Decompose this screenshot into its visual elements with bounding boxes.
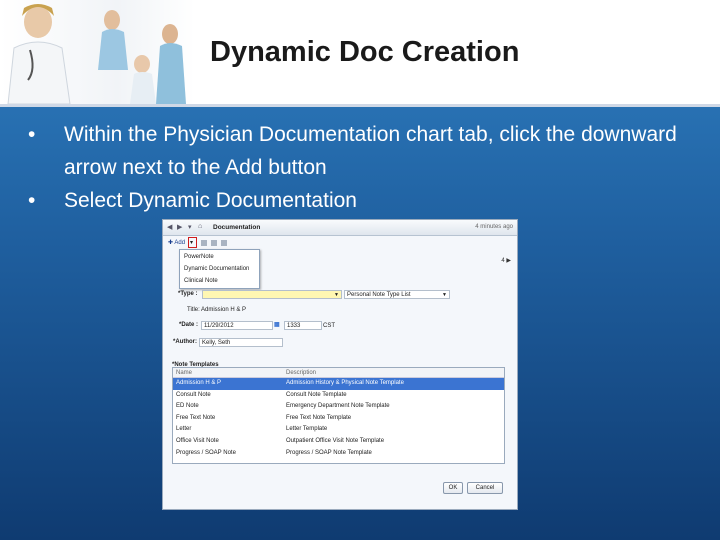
template-name: Consult Note [176, 391, 211, 398]
add-dropdown-arrow[interactable]: ▾ [188, 237, 197, 248]
plus-icon: ✚ [168, 240, 174, 246]
slide-header: Dynamic Doc Creation [0, 0, 720, 104]
date-field[interactable]: 11/29/2012 [201, 321, 273, 330]
time-value: 1333 [287, 323, 301, 329]
documentation-toolbar: ✚ Add ▾ [163, 237, 517, 249]
menu-item-powernote[interactable]: PowerNote [184, 252, 214, 262]
col-description-header[interactable]: Description [286, 370, 316, 376]
add-dropdown-menu: PowerNote Dynamic Documentation Clinical… [179, 249, 260, 289]
template-name: Free Text Note [176, 414, 216, 421]
window-title: Documentation [213, 224, 261, 231]
table-row[interactable]: ED Note Emergency Department Note Templat… [173, 401, 504, 413]
bullet-text-1: Within the Physician Documentation chart… [64, 123, 677, 179]
author-field[interactable]: Kelly, Seth [199, 338, 283, 347]
header-divider [0, 104, 720, 107]
tool-icon[interactable] [211, 240, 217, 246]
back-icon[interactable]: ◀ [167, 223, 172, 231]
template-description: Free Text Note Template [286, 414, 352, 421]
add-button[interactable]: ✚ Add [168, 239, 185, 246]
tool-icon[interactable] [221, 240, 227, 246]
chevron-down-icon: ▾ [190, 240, 194, 246]
tool-icon[interactable] [201, 240, 207, 246]
slide-title: Dynamic Doc Creation [210, 36, 520, 68]
template-name: ED Note [176, 403, 199, 410]
template-name: Admission H & P [176, 380, 222, 386]
table-row[interactable]: Office Visit Note Outpatient Office Visit… [173, 436, 504, 448]
template-description: Admission History & Physical Note Templa… [286, 380, 404, 386]
time-field[interactable]: 1333 [284, 321, 322, 330]
template-name: Letter [176, 426, 192, 433]
template-description: Outpatient Office Visit Note Template [286, 438, 385, 444]
medical-staff-photo [0, 0, 195, 104]
menu-item-clinical-note[interactable]: Clinical Note [184, 276, 218, 286]
pager[interactable]: 4 ▶ [501, 257, 511, 264]
title-value: Admission H & P [201, 307, 247, 313]
template-name: Progress / SOAP Note [176, 449, 236, 456]
template-description: Consult Note Template [286, 391, 347, 398]
note-type-list-value: Personal Note Type List [347, 292, 411, 298]
home-icon[interactable]: ⌂ [198, 223, 202, 230]
template-description: Progress / SOAP Note Template [286, 449, 372, 456]
menu-item-dynamic-documentation[interactable]: Dynamic Documentation [184, 264, 249, 274]
timezone: CST [323, 323, 335, 329]
note-type-list-select[interactable]: Personal Note Type List ▼ [344, 290, 450, 299]
last-updated: 4 minutes ago [475, 224, 513, 230]
chevron-down-icon: ▼ [442, 292, 447, 298]
grid-header: Name Description [173, 368, 504, 378]
table-row[interactable]: Consult Note Consult Note Template [173, 390, 504, 402]
table-row[interactable]: Admission H & P Admission History & Physi… [173, 378, 504, 390]
calendar-icon[interactable]: ▦ [274, 321, 280, 328]
forward-icon[interactable]: ▶ [177, 223, 182, 231]
bullet-marker: • [28, 189, 36, 212]
title-label: Title: [187, 307, 200, 313]
date-value: 11/29/2012 [204, 323, 234, 329]
template-description: Letter Template [286, 426, 328, 433]
add-label: Add [174, 240, 186, 246]
chevron-down-icon: ▼ [334, 292, 339, 298]
cancel-button[interactable]: Cancel [467, 482, 503, 494]
table-row[interactable]: Free Text Note Free Text Note Template [173, 413, 504, 425]
table-row[interactable]: Progress / SOAP Note Progress / SOAP Note… [173, 448, 504, 460]
documentation-window: ◀ ▶ ▾ ⌂ Documentation 4 minutes ago ✚ Ad… [162, 219, 518, 510]
type-label: *Type : [178, 291, 198, 297]
note-templates-grid: Name Description Admission H & P Admissio… [172, 367, 505, 464]
template-name: Office Visit Note [176, 438, 219, 444]
bullet-marker: • [28, 123, 36, 146]
col-name-header[interactable]: Name [176, 370, 192, 376]
author-label: *Author: [173, 339, 197, 345]
template-description: Emergency Department Note Template [286, 403, 390, 410]
window-titlebar: ◀ ▶ ▾ ⌂ Documentation 4 minutes ago [163, 220, 517, 236]
date-label: *Date : [179, 322, 199, 328]
ok-button[interactable]: OK [443, 482, 463, 494]
table-row[interactable]: Letter Letter Template [173, 424, 504, 436]
type-field[interactable]: ▼ [202, 290, 342, 299]
bullet-text-2: Select Dynamic Documentation [64, 189, 357, 212]
dropdown-icon[interactable]: ▾ [188, 223, 192, 231]
author-value: Kelly, Seth [202, 340, 231, 346]
